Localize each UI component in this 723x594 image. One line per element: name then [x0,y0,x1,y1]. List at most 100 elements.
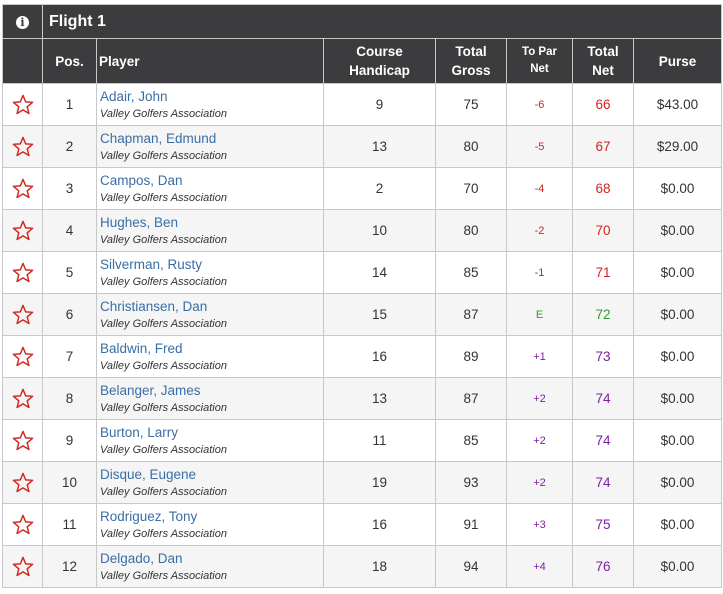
col-total-gross[interactable]: Total Gross [435,38,507,84]
col-pos[interactable]: Pos. [42,38,97,84]
total-net: 76 [572,545,634,588]
col-total-net[interactable]: Total Net [572,38,634,84]
favorite-button[interactable] [2,125,43,168]
player-organization: Valley Golfers Association [100,276,227,288]
total-net: 66 [572,83,634,126]
course-handicap: 13 [323,377,436,420]
favorite-button[interactable] [2,377,43,420]
total-gross: 91 [435,503,507,546]
table-row: 2 Chapman, Edmund Valley Golfers Associa… [2,125,723,168]
star-icon [12,136,33,157]
favorite-button[interactable] [2,503,43,546]
info-button[interactable]: i [2,4,43,39]
to-par-net: -4 [506,167,573,210]
total-gross: 85 [435,251,507,294]
table-row: 8 Belanger, James Valley Golfers Associa… [2,377,723,420]
favorite-button[interactable] [2,335,43,378]
purse: $0.00 [632,461,723,504]
position: 6 [42,293,97,336]
purse: $0.00 [632,335,723,378]
player-name-link[interactable]: Baldwin, Fred [100,340,323,357]
player-cell: Baldwin, Fred Valley Golfers Association [96,335,324,378]
course-handicap: 9 [323,83,436,126]
star-icon [12,556,33,577]
favorite-button[interactable] [2,293,43,336]
player-cell: Belanger, James Valley Golfers Associati… [96,377,324,420]
favorite-button[interactable] [2,209,43,252]
player-name-link[interactable]: Rodriguez, Tony [100,508,323,525]
favorite-button[interactable] [2,251,43,294]
favorite-button[interactable] [2,83,43,126]
purse: $0.00 [632,251,723,294]
player-organization: Valley Golfers Association [100,108,227,120]
total-gross: 94 [435,545,507,588]
table-row: 6 Christiansen, Dan Valley Golfers Assoc… [2,293,723,336]
total-net: 71 [572,251,634,294]
player-name-link[interactable]: Disque, Eugene [100,466,323,483]
star-icon [12,388,33,409]
player-name-link[interactable]: Adair, John [100,88,323,105]
leaderboard-rows: 1 Adair, John Valley Golfers Association… [2,83,723,588]
purse: $0.00 [632,503,723,546]
player-name-link[interactable]: Hughes, Ben [100,214,323,231]
player-organization: Valley Golfers Association [100,360,227,372]
player-name-link[interactable]: Belanger, James [100,382,323,399]
table-row: 3 Campos, Dan Valley Golfers Association… [2,167,723,210]
player-name-link[interactable]: Christiansen, Dan [100,298,323,315]
player-organization: Valley Golfers Association [100,318,227,330]
player-name-link[interactable]: Silverman, Rusty [100,256,323,273]
star-icon [12,94,33,115]
leaderboard-table: i Flight 1 Pos. Player Course Handicap To… [2,4,723,588]
total-gross: 85 [435,419,507,462]
total-net: 72 [572,293,634,336]
total-net: 74 [572,461,634,504]
purse: $0.00 [632,545,723,588]
player-name-link[interactable]: Delgado, Dan [100,550,323,567]
total-net: 75 [572,503,634,546]
position: 5 [42,251,97,294]
to-par-net: +2 [506,419,573,462]
to-par-net: -6 [506,83,573,126]
course-handicap: 16 [323,335,436,378]
player-organization: Valley Golfers Association [100,192,227,204]
star-icon [12,514,33,535]
player-cell: Campos, Dan Valley Golfers Association [96,167,324,210]
star-icon [12,220,33,241]
position: 1 [42,83,97,126]
course-handicap: 16 [323,503,436,546]
total-net: 68 [572,167,634,210]
player-cell: Rodriguez, Tony Valley Golfers Associati… [96,503,324,546]
col-purse[interactable]: Purse [632,38,723,84]
table-row: 7 Baldwin, Fred Valley Golfers Associati… [2,335,723,378]
course-handicap: 10 [323,209,436,252]
player-name-link[interactable]: Burton, Larry [100,424,323,441]
col-player[interactable]: Player [96,38,324,84]
to-par-net: -2 [506,209,573,252]
position: 2 [42,125,97,168]
favorite-button[interactable] [2,419,43,462]
col-to-par-net[interactable]: To Par Net [506,38,573,84]
purse: $0.00 [632,377,723,420]
total-gross: 75 [435,83,507,126]
total-gross: 70 [435,167,507,210]
to-par-net: +1 [506,335,573,378]
to-par-net: +4 [506,545,573,588]
favorite-button[interactable] [2,545,43,588]
player-name-link[interactable]: Campos, Dan [100,172,323,189]
position: 12 [42,545,97,588]
table-row: 12 Delgado, Dan Valley Golfers Associati… [2,545,723,588]
col-course-handicap[interactable]: Course Handicap [323,38,436,84]
position: 8 [42,377,97,420]
total-net: 70 [572,209,634,252]
total-net: 73 [572,335,634,378]
favorite-button[interactable] [2,461,43,504]
table-row: 11 Rodriguez, Tony Valley Golfers Associ… [2,503,723,546]
player-organization: Valley Golfers Association [100,570,227,582]
to-par-net: -1 [506,251,573,294]
favorite-button[interactable] [2,167,43,210]
to-par-net: +2 [506,377,573,420]
purse: $0.00 [632,293,723,336]
player-name-link[interactable]: Chapman, Edmund [100,130,323,147]
total-net: 74 [572,419,634,462]
to-par-net: -5 [506,125,573,168]
